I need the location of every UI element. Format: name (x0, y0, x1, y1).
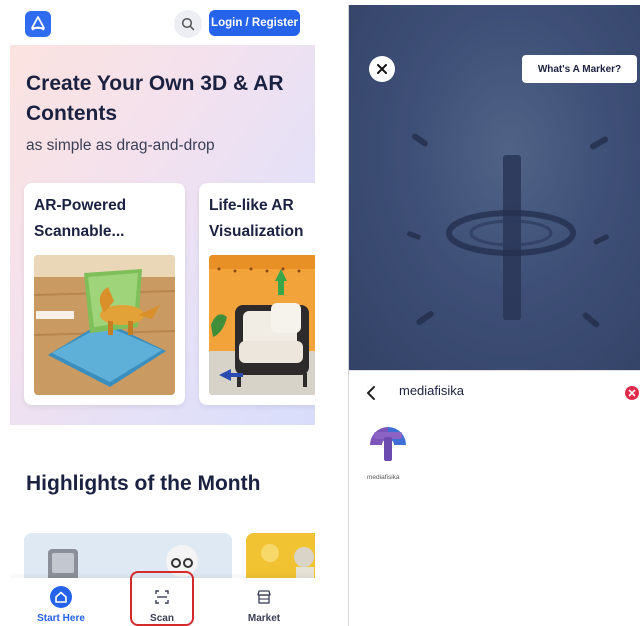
nav-label: Market (247, 613, 281, 624)
feature-card-title: Life-like AR Visualization (209, 197, 304, 240)
whats-a-marker-button[interactable]: What's A Marker? (522, 55, 637, 83)
logo-icon (31, 16, 45, 31)
close-icon (628, 389, 636, 397)
nav-label: Start Here (37, 613, 85, 624)
close-button[interactable] (369, 56, 395, 82)
highlights-heading: Highlights of the Month (26, 472, 261, 495)
channel-logo-icon (366, 423, 410, 467)
ar-book-illustration (34, 255, 175, 395)
scan-highlight-annotation (130, 571, 194, 626)
back-button[interactable] (363, 383, 379, 403)
scan-screen: What's A Marker? mediafisika mediafisika (348, 5, 640, 626)
app-logo[interactable] (25, 11, 51, 37)
login-register-button[interactable]: Login / Register (209, 10, 300, 36)
mediafisika-logo[interactable] (366, 423, 410, 467)
home-icon (50, 586, 72, 608)
close-icon (377, 64, 387, 74)
camera-viewfinder[interactable]: What's A Marker? (349, 5, 640, 370)
ar-chair-illustration (209, 255, 315, 395)
nav-start-here[interactable]: Start Here (26, 582, 96, 626)
sheet-title: mediafisika (399, 383, 465, 398)
channel-sheet: mediafisika mediafisika (349, 370, 640, 626)
hero-title: Create Your Own 3D & AR Contents (26, 72, 284, 125)
close-sheet-button[interactable] (625, 386, 639, 400)
feature-card-ar-scannable[interactable]: AR-Powered Scannable... (24, 183, 185, 405)
hero-subtitle: as simple as drag-and-drop (26, 137, 215, 154)
hero-banner: Create Your Own 3D & AR Contents as simp… (10, 45, 315, 425)
search-icon (181, 17, 195, 31)
chevron-left-icon (367, 386, 375, 400)
feature-card-life-like-ar[interactable]: Life-like AR Visualization (199, 183, 315, 405)
channel-name: mediafisika (367, 474, 400, 481)
home-screen: Login / Register Create Your Own 3D & AR… (10, 0, 315, 626)
nav-market[interactable]: Market (229, 582, 299, 626)
market-icon (257, 590, 271, 604)
top-bar: Login / Register (10, 0, 315, 45)
search-button[interactable] (174, 10, 202, 38)
feature-card-title: AR-Powered Scannable... (34, 197, 127, 240)
